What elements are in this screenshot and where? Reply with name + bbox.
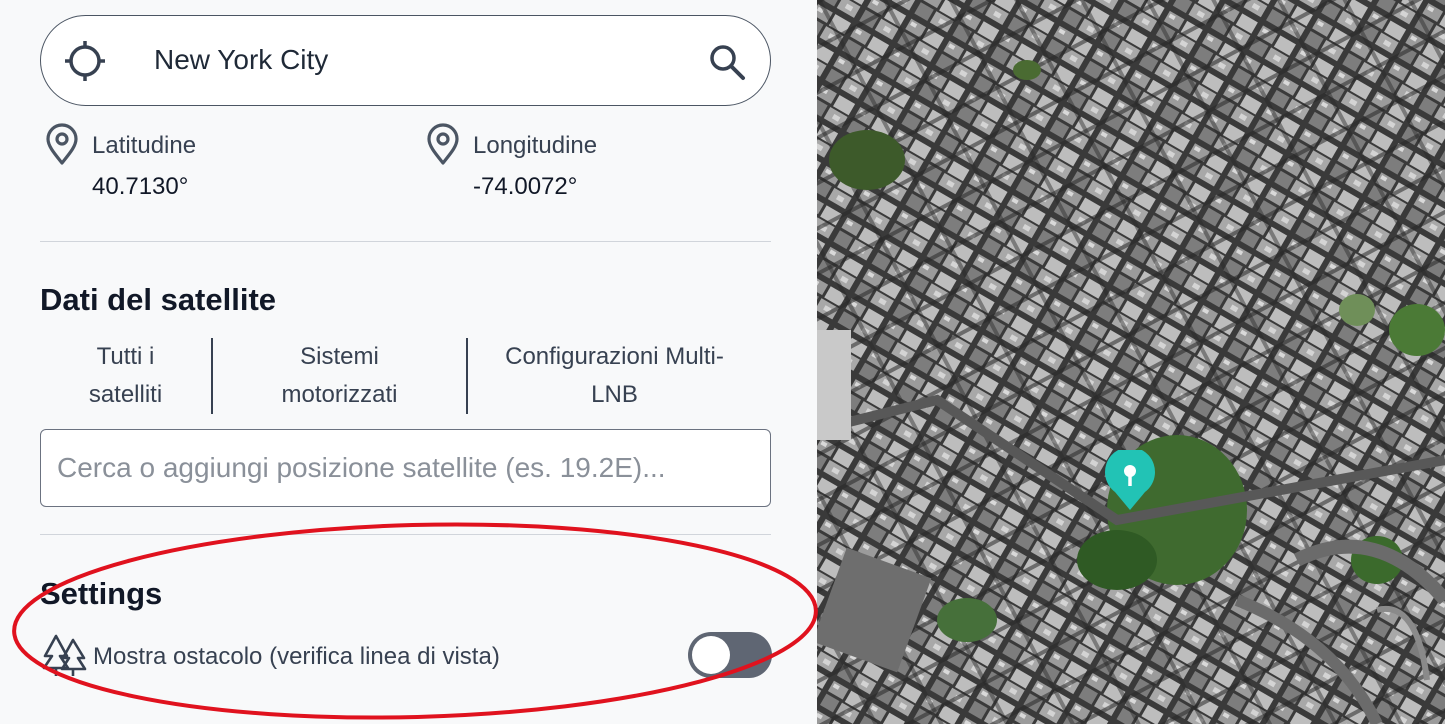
obstacle-toggle[interactable] (688, 632, 772, 678)
sidebar-panel: New York City Latitudine 40.7130° Longit… (0, 0, 817, 724)
tab-label-line: motorizzati (281, 381, 398, 408)
tab-motorized-systems[interactable]: Sistemi motorizzati (212, 338, 467, 414)
tab-multi-lnb[interactable]: Configurazioni Multi- LNB (468, 338, 761, 414)
satellite-tabs: Tutti i satelliti Sistemi motorizzati Conf… (40, 338, 771, 414)
tab-all-satellites[interactable]: Tutti i satelliti (40, 338, 211, 414)
location-search-input[interactable]: New York City (154, 44, 328, 76)
latitude-label: Latitudine (92, 132, 197, 159)
satellite-section-title: Dati del satellite (40, 282, 277, 317)
settings-section-title: Settings (40, 576, 163, 611)
location-search-box[interactable]: New York City (40, 15, 771, 106)
trees-icon (42, 632, 88, 678)
longitude-label: Longitudine (473, 132, 598, 159)
satellite-imagery (817, 0, 1445, 724)
tab-label-line: Configurazioni Multi- (505, 343, 724, 370)
search-icon[interactable] (705, 40, 749, 84)
map-marker-icon[interactable] (1103, 450, 1157, 512)
satellite-map[interactable] (817, 0, 1445, 724)
tab-label-line: Tutti i (96, 343, 155, 370)
satellite-search-input[interactable] (40, 429, 771, 507)
longitude-value: -74.0072° (473, 173, 578, 200)
divider (40, 241, 771, 242)
latitude-value: 40.7130° (92, 173, 189, 200)
tab-label-line: satelliti (88, 381, 163, 408)
obstacle-toggle-label: Mostra ostacolo (verifica linea di vista… (93, 643, 500, 670)
map-pin-icon (423, 123, 463, 167)
tab-label-line: LNB (591, 381, 638, 408)
divider (40, 534, 771, 535)
map-pin-icon (42, 123, 82, 167)
tab-label-line: Sistemi (300, 343, 379, 370)
toggle-knob (692, 636, 730, 674)
obstacle-setting-row: Mostra ostacolo (verifica linea di vista… (40, 628, 772, 684)
crosshair-icon[interactable] (63, 39, 107, 83)
